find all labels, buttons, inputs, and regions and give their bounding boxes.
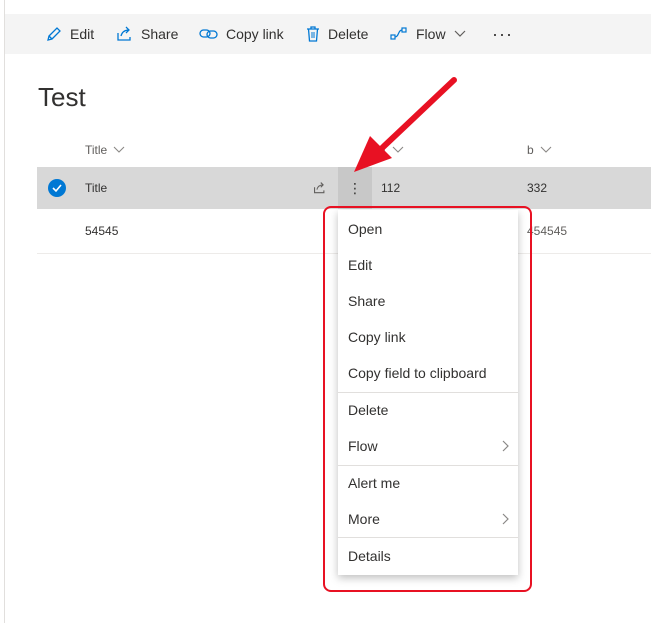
chevron-down-icon [454,30,466,38]
menu-item-delete[interactable]: Delete [338,392,518,428]
chevron-down-icon [392,146,404,153]
column-header-label: b [527,143,534,157]
row-checkbox[interactable] [48,179,66,197]
edit-button[interactable]: Edit [45,14,94,54]
cell-b: 454545 [527,224,568,238]
chevron-right-icon [502,513,509,525]
table-row[interactable]: Title ⋮ 112 332 [37,167,651,209]
column-header-label: a [379,143,386,157]
flow-icon [389,25,409,43]
column-header-a[interactable]: a [379,143,404,157]
column-header-label: Title [85,143,108,157]
cell-b: 332 [527,181,548,195]
chevron-down-icon [540,146,552,153]
copy-link-button[interactable]: Copy link [199,14,284,54]
command-bar: Edit Share Copy link Delete Flow ··· [5,14,651,54]
context-menu: Open Edit Share Copy link Copy field to … [338,210,518,575]
column-header-title[interactable]: Title [85,143,125,157]
row-more-actions-button[interactable]: ⋮ [338,167,372,209]
edit-icon [45,25,63,43]
menu-item-label: More [348,511,380,527]
delete-icon [305,25,321,43]
menu-item-copy-field[interactable]: Copy field to clipboard [338,355,518,391]
more-commands-button[interactable]: ··· [492,14,513,54]
flow-label: Flow [416,26,446,42]
cell-title[interactable]: 54545 [85,210,118,252]
page-title: Test [38,82,86,112]
checkmark-icon [52,184,62,193]
delete-button[interactable]: Delete [305,14,368,54]
menu-item-open[interactable]: Open [338,211,518,247]
menu-item-edit[interactable]: Edit [338,247,518,283]
copy-link-label: Copy link [226,26,284,42]
share-icon [116,25,134,43]
app-frame [4,0,651,623]
share-label: Share [141,26,179,42]
menu-item-label: Flow [348,438,378,454]
menu-item-alert-me[interactable]: Alert me [338,465,518,501]
menu-item-flow[interactable]: Flow [338,428,518,464]
column-header-b[interactable]: b [527,143,552,157]
flow-button[interactable]: Flow [389,14,466,54]
share-button[interactable]: Share [116,14,178,54]
edit-label: Edit [70,26,95,42]
menu-item-details[interactable]: Details [338,538,518,574]
chevron-down-icon [113,146,125,153]
cell-a: 112 [381,181,401,195]
menu-item-share[interactable]: Share [338,283,518,319]
menu-item-more[interactable]: More [338,501,518,537]
chevron-right-icon [502,440,509,452]
share-icon[interactable] [313,181,327,200]
delete-label: Delete [328,26,369,42]
menu-item-copy-link[interactable]: Copy link [338,319,518,355]
link-icon [199,25,219,43]
cell-title[interactable]: Title [85,167,107,209]
